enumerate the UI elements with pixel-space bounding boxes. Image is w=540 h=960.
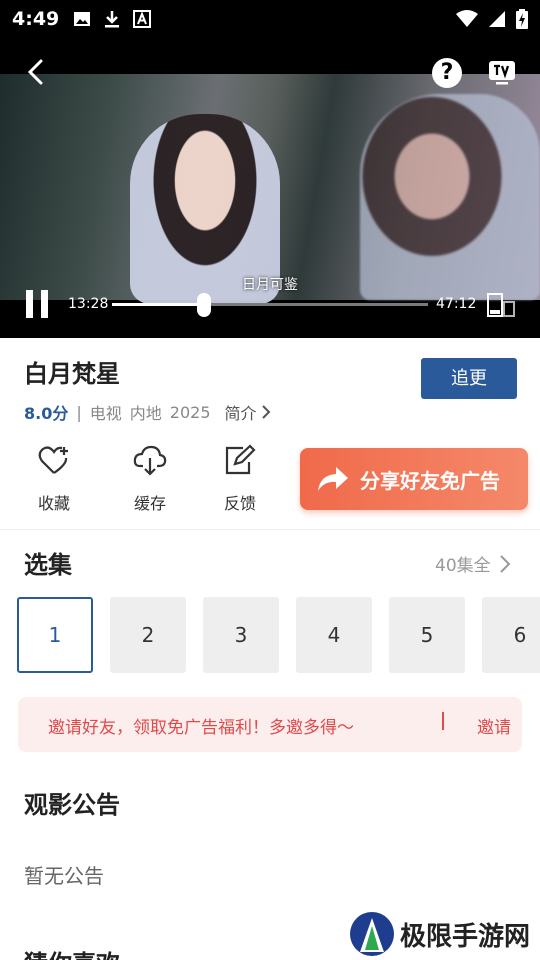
- invite-link[interactable]: 邀请: [477, 713, 511, 738]
- video-player[interactable]: 日月可鉴 ? 13:28 47:12: [0, 38, 540, 338]
- follow-button[interactable]: 追更: [421, 358, 517, 399]
- progress-bar[interactable]: [112, 293, 428, 317]
- divider: [0, 529, 540, 530]
- pause-button[interactable]: [26, 290, 50, 318]
- episode-list: 1 2 3 4 5 6: [17, 597, 540, 673]
- cache-label: 缓存: [133, 494, 166, 513]
- progress-thumb[interactable]: [196, 293, 211, 317]
- notice-text: 暂无公告: [24, 864, 104, 888]
- episode-item[interactable]: 2: [110, 597, 186, 673]
- episode-item[interactable]: 6: [482, 597, 540, 673]
- fullscreen-icon[interactable]: [486, 292, 516, 318]
- player-topbar: ?: [0, 38, 540, 108]
- watermark-text: 极限手游网: [400, 921, 531, 952]
- invite-text: 邀请好友，领取免广告福利！多邀多得～: [48, 718, 354, 738]
- chevron-right-icon: [499, 554, 511, 573]
- show-meta: 8.0分 | 电视 内地 2025 简介: [24, 400, 271, 424]
- heart-plus-icon: [38, 446, 68, 474]
- show-year: 2025: [169, 402, 211, 422]
- total-time: 47:12: [436, 296, 477, 312]
- status-notification-icons: [73, 10, 152, 28]
- a-letter-icon: [133, 10, 152, 28]
- pause-bar-left: [26, 290, 33, 318]
- status-system-icons: [456, 9, 528, 29]
- status-time: 4:49: [12, 8, 60, 30]
- favorite-action[interactable]: 收藏: [24, 444, 84, 514]
- current-time: 13:28: [68, 296, 109, 312]
- feedback-action[interactable]: 反馈: [210, 444, 270, 514]
- intro-link[interactable]: 简介: [225, 400, 271, 424]
- show-region: 内地: [129, 404, 162, 423]
- screen: 4:49 日月可鉴 ? 13:28 47:12 白月梵星 追更 8.0分 | 电…: [0, 0, 540, 960]
- video-figure-right: [360, 94, 540, 300]
- episodes-title: 选集: [24, 551, 72, 579]
- invite-banner: 邀请好友，领取免广告福利！多邀多得～ 邀请: [18, 697, 522, 752]
- episode-item[interactable]: 1: [17, 597, 93, 673]
- show-type: 电视: [89, 404, 122, 423]
- wifi-icon: [456, 10, 478, 27]
- episode-item[interactable]: 5: [389, 597, 465, 673]
- cache-action[interactable]: 缓存: [120, 444, 180, 514]
- feedback-label: 反馈: [223, 494, 256, 513]
- share-banner[interactable]: 分享好友免广告: [300, 448, 528, 510]
- watermark: 极限手游网: [350, 912, 530, 956]
- cloud-download-icon: [133, 445, 167, 476]
- show-title: 白月梵星: [24, 360, 120, 388]
- recommend-title: 猜你喜欢: [24, 944, 120, 960]
- share-arrow-icon: [318, 467, 348, 491]
- tv-cast-icon[interactable]: [487, 58, 517, 88]
- invite-separator: [442, 712, 444, 730]
- pause-bar-right: [41, 290, 48, 318]
- battery-charging-icon: [516, 9, 528, 29]
- episodes-total: 40集全: [435, 556, 491, 576]
- notice-title: 观影公告: [24, 791, 120, 819]
- episode-item[interactable]: 4: [296, 597, 372, 673]
- edit-note-icon: [225, 444, 256, 475]
- meta-separator: |: [76, 402, 82, 422]
- favorite-label: 收藏: [37, 494, 70, 513]
- help-button[interactable]: ?: [432, 58, 462, 88]
- show-score: 8.0分: [24, 404, 69, 423]
- back-icon[interactable]: [22, 58, 50, 86]
- episodes-total-link[interactable]: 40集全: [435, 551, 511, 576]
- image-icon: [74, 12, 91, 26]
- status-bar: 4:49: [0, 0, 540, 38]
- download-icon: [105, 11, 120, 28]
- signal-icon: [489, 11, 505, 27]
- watermark-logo-icon: [350, 912, 394, 956]
- episode-item[interactable]: 3: [203, 597, 279, 673]
- chevron-right-icon: [261, 405, 270, 419]
- progress-fill: [112, 303, 204, 306]
- intro-label: 简介: [224, 404, 257, 423]
- player-controls: 13:28 47:12: [0, 288, 540, 320]
- share-banner-label: 分享好友免广告: [360, 468, 500, 493]
